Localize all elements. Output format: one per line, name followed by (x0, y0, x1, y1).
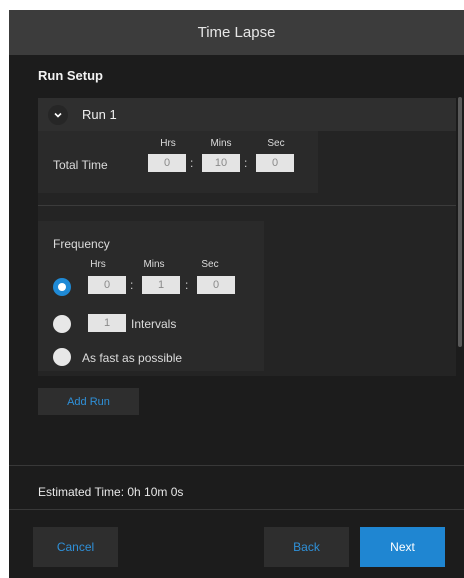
colon-separator: : (244, 156, 248, 170)
estimated-time: Estimated Time: 0h 10m 0s (38, 485, 184, 499)
cancel-button[interactable]: Cancel (33, 527, 118, 567)
fast-as-possible-radio[interactable] (53, 348, 71, 366)
frequency-label: Frequency (53, 237, 110, 251)
intervals-radio[interactable] (53, 315, 71, 333)
total-hrs-label: Hrs (160, 138, 176, 149)
freq-hrs-label: Hrs (90, 259, 106, 270)
colon-separator: : (185, 278, 189, 292)
total-sec-label: Sec (267, 138, 285, 149)
freq-mins-label: Mins (143, 259, 165, 270)
freq-sec-input[interactable]: 0 (197, 276, 235, 294)
frequency-panel: Frequency Hrs Mins Sec 0 : 1 : 0 1 Inter… (38, 221, 264, 371)
intervals-label: Intervals (131, 317, 177, 331)
divider (9, 509, 464, 510)
interval-time-radio[interactable] (53, 278, 71, 296)
section-title: Run Setup (38, 68, 103, 83)
total-mins-label: Mins (210, 138, 232, 149)
freq-hrs-input[interactable]: 0 (88, 276, 126, 294)
total-mins-input[interactable]: 10 (202, 154, 240, 172)
total-time-label: Total Time (53, 158, 108, 172)
total-time-panel: Total Time Hrs Mins Sec 0 : 10 : 0 (38, 131, 318, 193)
divider (38, 205, 456, 206)
total-hrs-input[interactable]: 0 (148, 154, 186, 172)
run-label: Run 1 (82, 107, 117, 122)
run-header[interactable]: Run 1 (38, 98, 456, 131)
back-button[interactable]: Back (264, 527, 349, 567)
freq-mins-input[interactable]: 1 (142, 276, 180, 294)
next-button[interactable]: Next (360, 527, 445, 567)
dialog-title: Time Lapse (197, 24, 276, 41)
fast-as-possible-label: As fast as possible (82, 351, 183, 365)
colon-separator: : (190, 156, 194, 170)
add-run-button[interactable]: Add Run (38, 388, 139, 415)
time-lapse-dialog: Time Lapse Run Setup Run 1 Total Time Hr… (9, 10, 464, 578)
run-body: Total Time Hrs Mins Sec 0 : 10 : 0 Frequ… (38, 131, 456, 376)
total-sec-input[interactable]: 0 (256, 154, 294, 172)
chevron-down-icon[interactable] (48, 104, 68, 125)
freq-sec-label: Sec (201, 259, 219, 270)
divider (9, 465, 464, 466)
colon-separator: : (130, 278, 134, 292)
intervals-input[interactable]: 1 (88, 314, 126, 332)
dialog-titlebar: Time Lapse (9, 10, 464, 55)
scrollbar[interactable] (458, 97, 462, 347)
